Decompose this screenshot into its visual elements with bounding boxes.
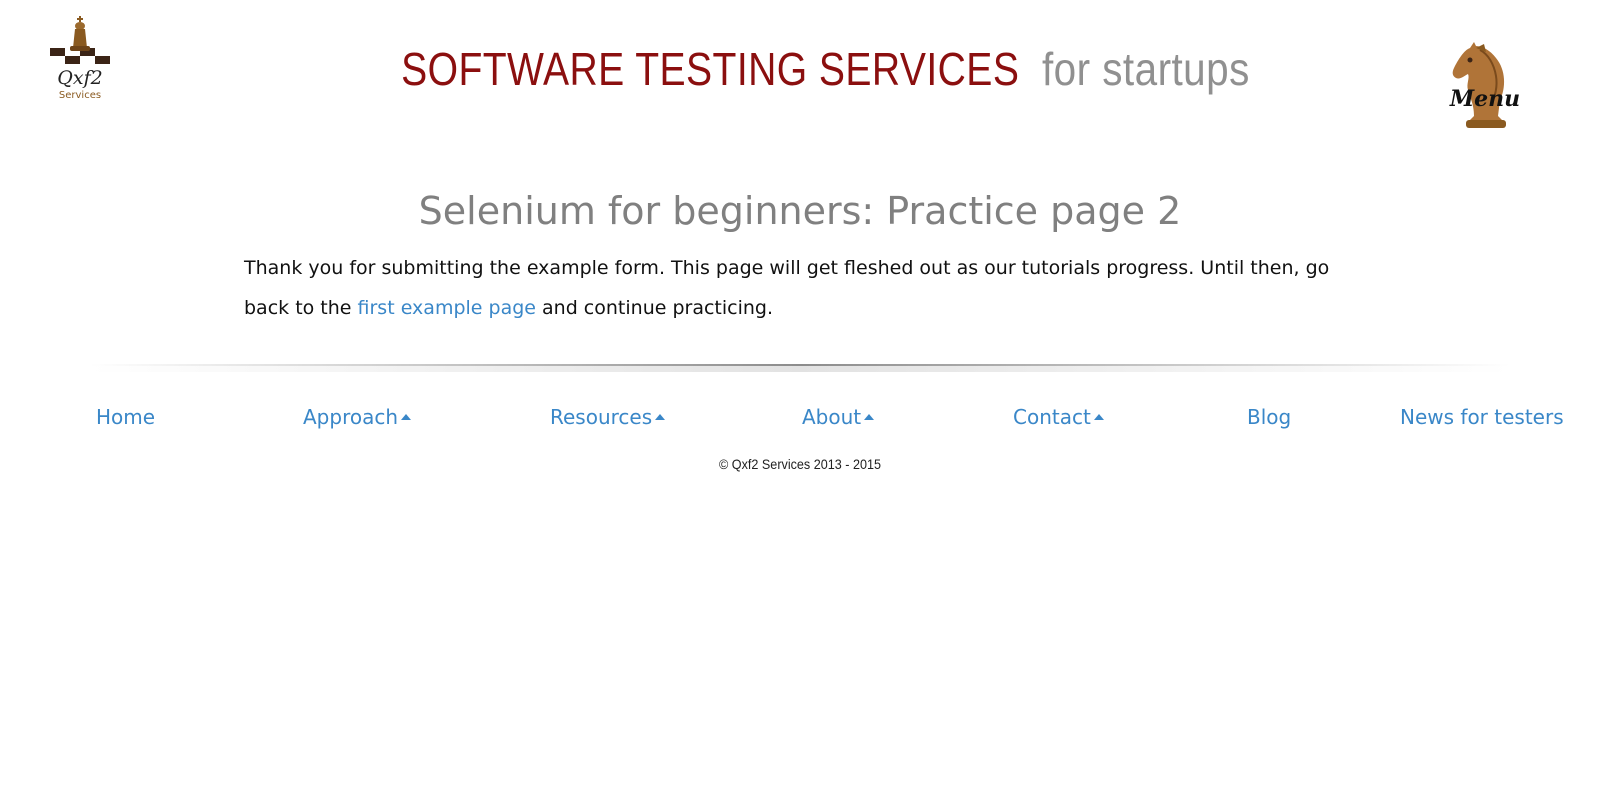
- nav-blog[interactable]: Blog: [1247, 400, 1291, 434]
- nav-contact[interactable]: Contact: [1013, 400, 1104, 434]
- nav-about[interactable]: About: [802, 400, 875, 434]
- nav-home[interactable]: Home: [96, 400, 155, 434]
- nav-contact-label: Contact: [1013, 405, 1091, 429]
- body-text-after: and continue practicing.: [535, 297, 774, 319]
- nav-approach-label: Approach: [303, 405, 399, 429]
- menu-button[interactable]: Menu: [1440, 40, 1530, 132]
- nav-news-for-testers[interactable]: News for testers: [1400, 400, 1564, 434]
- nav-home-label: Home: [96, 405, 156, 429]
- section-divider: [90, 364, 1510, 372]
- site-headline: SOFTWARE TESTING SERVICES for startups: [0, 38, 1570, 100]
- caret-up-icon: [864, 413, 875, 420]
- first-example-page-link[interactable]: first example page: [358, 297, 536, 319]
- nav-approach[interactable]: Approach: [303, 400, 412, 434]
- nav-resources-label: Resources: [550, 405, 653, 429]
- headline-primary: SOFTWARE TESTING SERVICES: [401, 43, 1020, 95]
- page-title: Selenium for beginners: Practice page 2: [418, 189, 1182, 233]
- body-text: Thank you for submitting the example for…: [244, 248, 1364, 328]
- nav-news-for-testers-label: News for testers: [1400, 405, 1564, 429]
- headline-secondary: for startups: [1041, 43, 1250, 95]
- nav-about-label: About: [802, 405, 862, 429]
- copyright: © Qxf2 Services 2013 - 2015: [719, 456, 881, 472]
- footer-nav: Home Approach Resources About Contact Bl…: [0, 400, 1600, 434]
- menu-label: Menu: [1449, 86, 1521, 112]
- caret-up-icon: [1093, 413, 1104, 420]
- nav-blog-label: Blog: [1247, 405, 1292, 429]
- nav-resources[interactable]: Resources: [550, 400, 666, 434]
- caret-up-icon: [655, 413, 666, 420]
- caret-up-icon: [401, 413, 412, 420]
